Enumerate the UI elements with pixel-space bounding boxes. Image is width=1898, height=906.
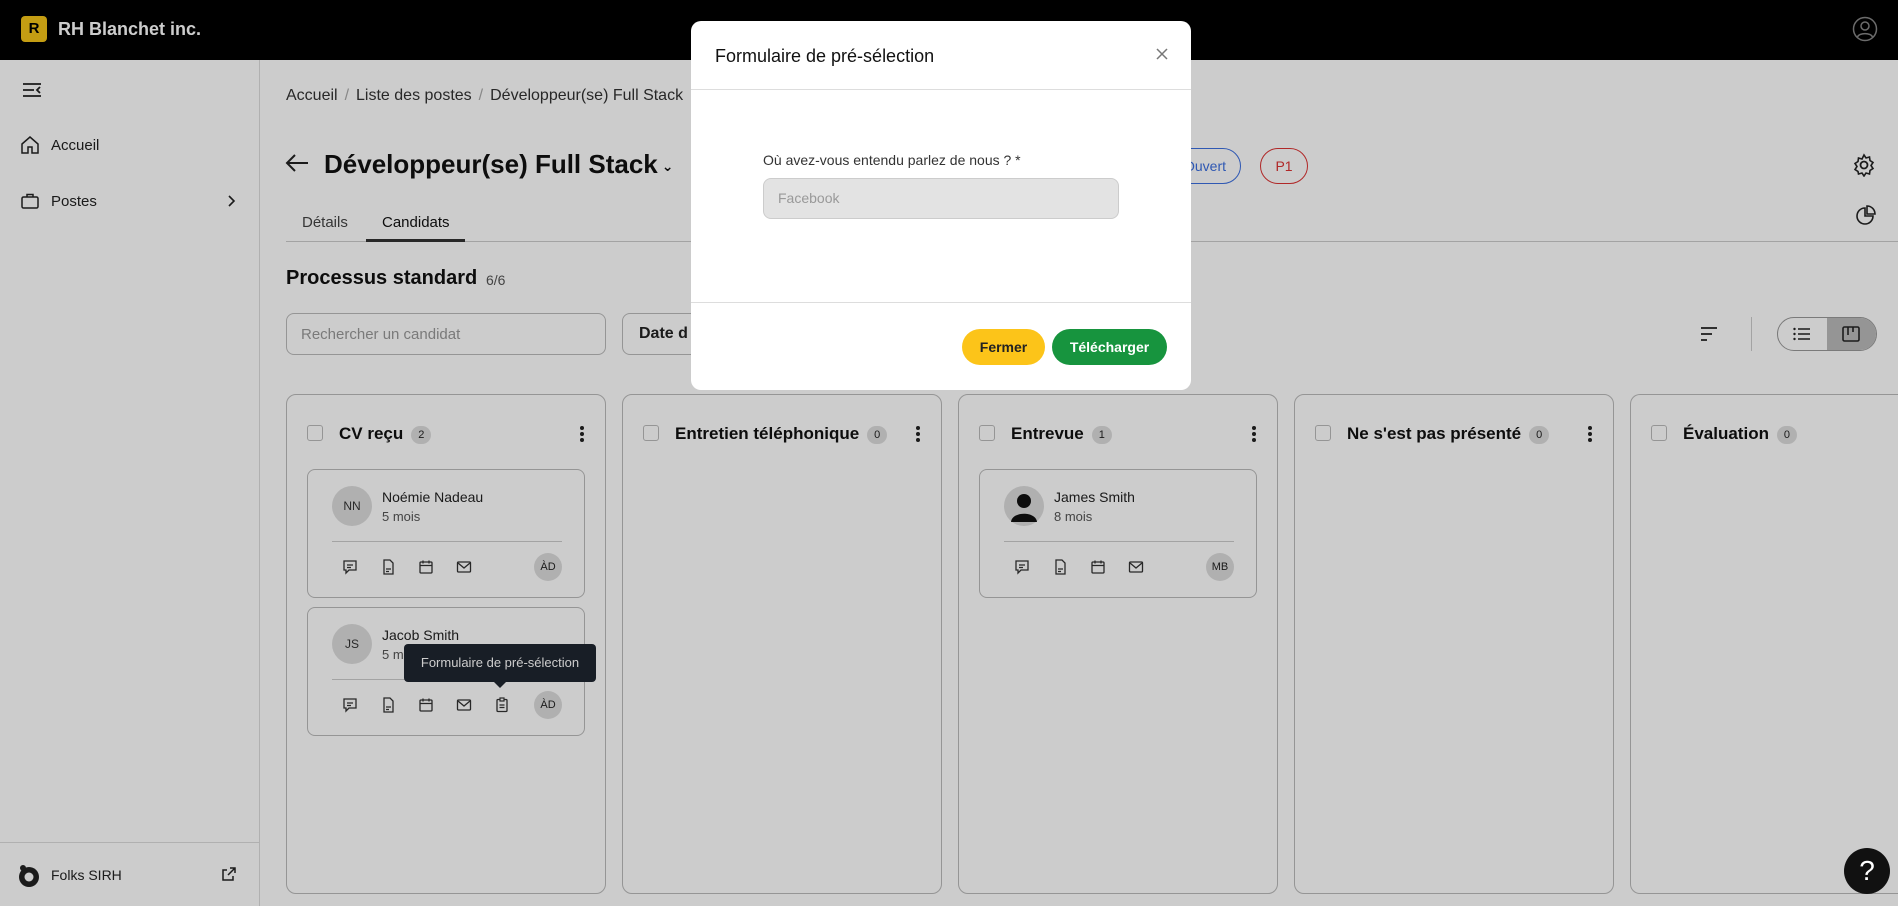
help-button[interactable]: ?	[1844, 848, 1890, 894]
answer-field[interactable]: Facebook	[763, 178, 1119, 219]
modal-divider	[691, 89, 1191, 90]
download-button[interactable]: Télécharger	[1052, 329, 1167, 365]
question-label: Où avez-vous entendu parlez de nous ? *	[763, 152, 1021, 168]
preselection-modal: Formulaire de pré-sélection Où avez-vous…	[691, 21, 1191, 390]
modal-title: Formulaire de pré-sélection	[715, 46, 935, 66]
close-icon[interactable]	[1155, 47, 1169, 61]
modal-divider	[691, 302, 1191, 303]
close-button[interactable]: Fermer	[962, 329, 1045, 365]
